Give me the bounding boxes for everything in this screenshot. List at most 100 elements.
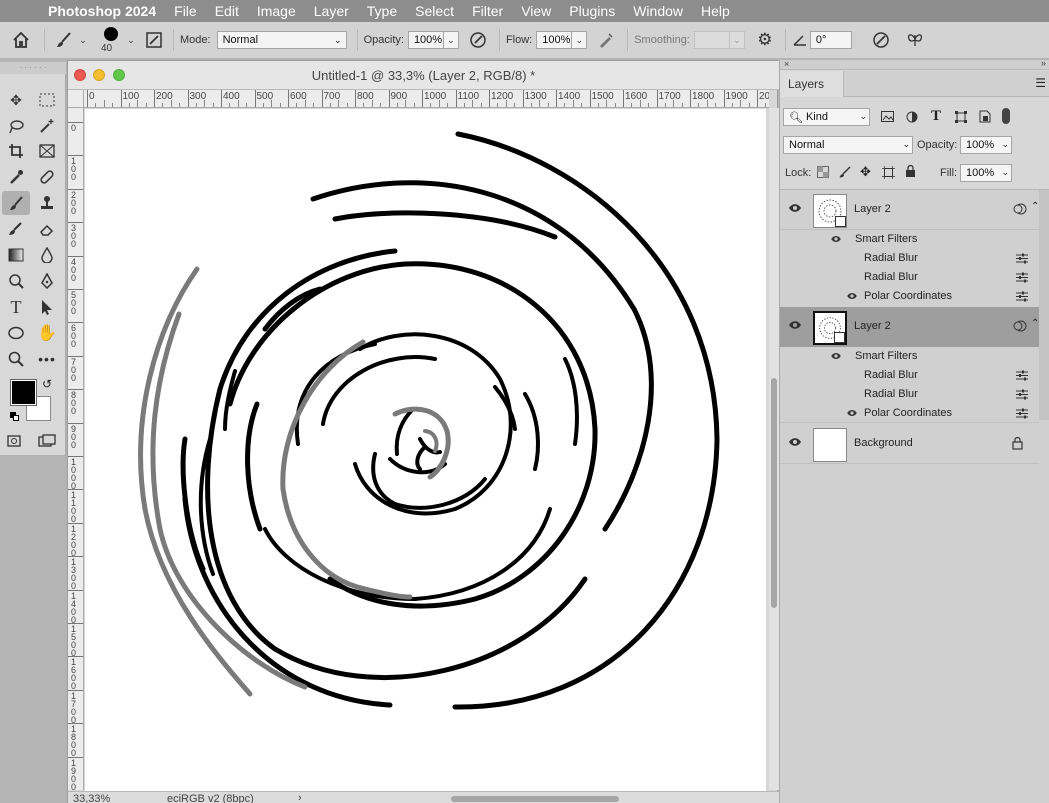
vertical-scrollbar[interactable] [769,108,779,790]
canvas[interactable] [85,109,766,791]
lock-artboard-icon[interactable] [882,166,895,182]
vertical-ruler[interactable]: 0 100 200 300 400 500 600 700 800 900 1000 1100 1200… [68,108,84,790]
menu-type[interactable]: Type [358,3,406,19]
ruler-origin[interactable] [68,90,84,108]
close-window-button[interactable] [74,69,86,81]
visibility-eye-icon[interactable] [830,352,842,360]
layer-name[interactable]: Background [854,437,913,449]
filter-shape-icon[interactable] [955,111,967,126]
layer-thumbnail[interactable] [813,428,847,462]
healing-brush-tool-icon[interactable] [33,165,61,189]
document-title-bar[interactable]: Untitled-1 @ 33,3% (Layer 2, RGB/8) * [68,61,779,90]
type-tool-icon[interactable]: T [2,295,30,319]
smoothing-settings-gear-icon[interactable]: ⚙ [751,25,779,55]
layer-row-selected[interactable]: Layer 2 ⌃ [780,307,1039,347]
filter-type-icon[interactable]: T [931,108,941,125]
crop-tool-icon[interactable] [2,139,30,163]
menu-image[interactable]: Image [248,3,305,19]
path-selection-tool-icon[interactable] [33,295,61,319]
flow-dropdown[interactable]: ⌄ [572,31,588,49]
menu-select[interactable]: Select [406,3,463,19]
zoom-level[interactable]: 33,33% [73,793,110,803]
smart-filters-row[interactable]: Smart Filters [780,347,1039,366]
minimize-window-button[interactable] [93,69,105,81]
visibility-eye-icon[interactable] [846,292,858,300]
brush-size-picker[interactable]: 40 [95,23,125,57]
smoothing-input[interactable] [693,31,730,49]
eraser-tool-icon[interactable] [33,217,61,241]
tools-panel-grip[interactable]: · · · · · · [0,62,66,74]
marquee-tool-icon[interactable] [33,88,61,112]
chevron-down-icon[interactable]: ⌄ [77,35,89,46]
filter-row[interactable]: Polar Coordinates [780,287,1039,306]
home-icon[interactable] [4,25,38,55]
layer-row[interactable]: Layer 2 ⌃ [780,190,1039,230]
lock-position-icon[interactable]: ✥ [860,164,871,180]
brush-angle-input[interactable]: 0° [809,31,852,49]
zoom-tool-icon[interactable] [2,347,30,371]
blend-mode-select[interactable]: Normal ⌄ [783,136,913,154]
pressure-size-icon[interactable] [866,25,896,55]
frame-tool-icon[interactable] [33,139,61,163]
brush-tool-icon[interactable] [2,191,30,215]
collapse-effects-chevron-icon[interactable]: ⌃ [1031,201,1039,212]
layer-row[interactable]: Background [780,424,1039,464]
filter-blending-options-icon[interactable] [1016,389,1028,400]
layer-name[interactable]: Layer 2 [854,320,891,332]
color-profile[interactable]: eciRGB v2 (8bpc) [167,793,254,803]
lock-all-icon[interactable] [905,164,916,181]
more-tools-icon[interactable]: ••• [33,347,61,371]
dodge-tool-icon[interactable] [2,269,30,293]
filter-row[interactable]: Polar Coordinates [780,404,1039,423]
ellipse-tool-icon[interactable] [2,321,30,345]
layer-thumbnail[interactable] [813,311,847,345]
visibility-eye-icon[interactable] [788,437,802,447]
brush-preset-icon[interactable] [51,25,77,55]
menu-edit[interactable]: Edit [206,3,248,19]
pressure-opacity-icon[interactable] [463,25,493,55]
filter-row[interactable]: Radial Blur [780,385,1039,404]
move-tool-icon[interactable]: ✥ [2,88,30,112]
vertical-scrollbar-thumb[interactable] [771,378,777,608]
smart-filter-indicator-icon[interactable] [1013,320,1027,335]
app-menu[interactable]: Photoshop 2024 [40,3,165,19]
pen-tool-icon[interactable] [33,269,61,293]
magic-wand-tool-icon[interactable] [33,114,61,138]
filter-row[interactable]: Radial Blur [780,249,1039,268]
menu-filter[interactable]: Filter [463,3,512,19]
filter-blending-options-icon[interactable] [1016,370,1028,381]
brush-settings-icon[interactable] [141,25,167,55]
menu-plugins[interactable]: Plugins [560,3,624,19]
filter-blending-options-icon[interactable] [1016,272,1028,283]
layer-opacity-input[interactable]: 100% ⌄ [960,136,1012,154]
opacity-input[interactable]: 100% [407,31,444,49]
visibility-eye-icon[interactable] [846,409,858,417]
eyedropper-tool-icon[interactable] [2,165,30,189]
blur-tool-icon[interactable] [33,243,61,267]
layer-lock-icon[interactable] [1012,436,1023,453]
symmetry-butterfly-icon[interactable] [900,25,930,55]
lasso-tool-icon[interactable] [2,114,30,138]
layers-list-scrollbar[interactable] [1039,190,1049,420]
gradient-tool-icon[interactable] [2,243,30,267]
menu-layer[interactable]: Layer [305,3,358,19]
lock-image-pixels-icon[interactable] [839,166,851,181]
smoothing-dropdown[interactable]: ⌄ [729,31,745,49]
menu-view[interactable]: View [512,3,560,19]
swap-colors-icon[interactable]: ↺ [42,377,52,391]
panel-menu-icon[interactable]: ☰ [1035,76,1046,90]
layer-fill-input[interactable]: 100% ⌄ [960,164,1012,182]
collapse-effects-chevron-icon[interactable]: ⌃ [1031,318,1039,329]
screen-mode-icon[interactable] [33,429,61,453]
chevron-right-icon[interactable]: › [298,792,302,803]
zoom-window-button[interactable] [113,69,125,81]
clone-stamp-tool-icon[interactable] [33,191,61,215]
filter-adjustment-icon[interactable] [906,111,918,126]
layers-tab[interactable]: Layers [780,71,844,97]
collapse-panel-icon[interactable]: » [1041,58,1046,68]
filter-blending-options-icon[interactable] [1016,253,1028,264]
lock-transparent-icon[interactable] [817,166,829,181]
layer-name[interactable]: Layer 2 [854,203,891,215]
airbrush-icon[interactable] [591,25,621,55]
close-panel-icon[interactable]: × [784,59,789,69]
